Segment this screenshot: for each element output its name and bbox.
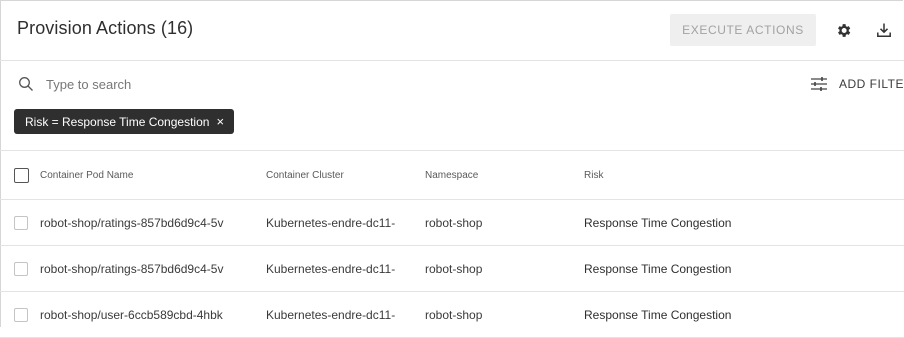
column-header-cluster[interactable]: Container Cluster [266, 151, 414, 199]
close-icon[interactable]: × [216, 115, 224, 128]
table-row[interactable]: robot-shop/ratings-857bd6d9c4-5v Kuberne… [0, 200, 904, 246]
column-header-risk[interactable]: Risk [584, 151, 844, 199]
risk-cell: Response Time Congestion [584, 215, 732, 230]
search-input[interactable] [46, 73, 446, 95]
row-checkbox[interactable] [14, 261, 28, 276]
pod-name-cell: robot-shop/user-6ccb589cbd-4hbk [40, 307, 223, 322]
download-icon [877, 23, 891, 37]
row-checkbox[interactable] [14, 307, 28, 322]
select-all-cell [14, 151, 36, 199]
table-row[interactable]: robot-shop/user-6ccb589cbd-4hbk Kubernet… [0, 292, 904, 338]
table-row[interactable]: robot-shop/ratings-857bd6d9c4-5v Kuberne… [0, 246, 904, 292]
namespace-cell: robot-shop [425, 307, 483, 322]
row-check-cell [14, 292, 36, 337]
download-button[interactable] [872, 18, 896, 42]
select-all-checkbox[interactable] [14, 167, 29, 183]
pod-name-cell: robot-shop/ratings-857bd6d9c4-5v [40, 215, 224, 230]
page-title: Provision Actions (16) [17, 18, 194, 38]
table-header-row: Container Pod Name Container Cluster Nam… [0, 151, 904, 200]
namespace-cell: robot-shop [425, 261, 483, 276]
cluster-cell: Kubernetes-endre-dc11- [266, 307, 396, 322]
panel-header: Provision Actions (16) EXECUTE ACTIONS [0, 0, 904, 61]
column-header-pod-name[interactable]: Container Pod Name [40, 151, 258, 199]
sliders-icon[interactable] [810, 76, 828, 92]
row-check-cell [14, 200, 36, 245]
filter-chip-label: Risk = Response Time Congestion [25, 114, 210, 129]
search-bar: ADD FILTER [0, 68, 904, 100]
pod-name-cell: robot-shop/ratings-857bd6d9c4-5v [40, 261, 224, 276]
actions-table: Container Pod Name Container Cluster Nam… [0, 150, 904, 338]
risk-cell: Response Time Congestion [584, 307, 732, 322]
execute-actions-button[interactable]: EXECUTE ACTIONS [670, 14, 816, 46]
cluster-cell: Kubernetes-endre-dc11- [266, 261, 396, 276]
filter-chip[interactable]: Risk = Response Time Congestion × [14, 109, 235, 134]
row-checkbox[interactable] [14, 215, 28, 230]
column-header-namespace[interactable]: Namespace [425, 151, 575, 199]
cluster-cell: Kubernetes-endre-dc11- [266, 215, 396, 230]
settings-button[interactable] [831, 18, 855, 42]
namespace-cell: robot-shop [425, 215, 483, 230]
search-icon [19, 77, 33, 91]
add-filter-button[interactable]: ADD FILTER [839, 77, 904, 91]
risk-cell: Response Time Congestion [584, 261, 732, 276]
row-check-cell [14, 246, 36, 291]
gear-icon [837, 23, 850, 37]
